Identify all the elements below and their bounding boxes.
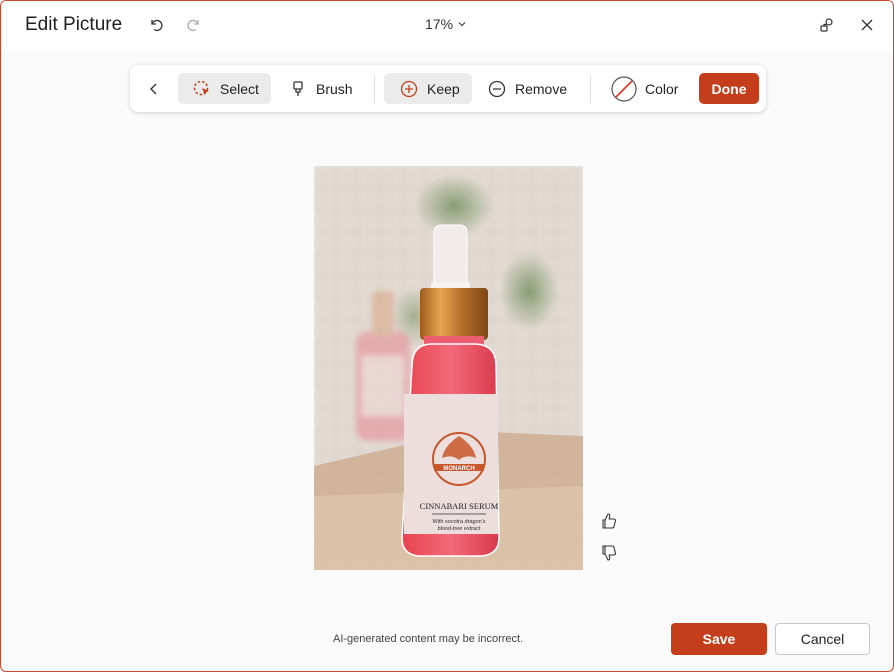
- select-tool-button[interactable]: Select: [178, 73, 271, 104]
- thumbs-down-icon[interactable]: [599, 543, 619, 563]
- share-icon[interactable]: [815, 13, 839, 37]
- product-tagline-2: blood-tree extract: [438, 526, 481, 532]
- save-button[interactable]: Save: [671, 623, 767, 655]
- select-label: Select: [220, 80, 259, 97]
- ai-disclaimer: AI-generated content may be incorrect.: [333, 633, 524, 645]
- title-bar: Edit Picture 17%: [1, 1, 893, 51]
- back-icon[interactable]: [142, 73, 166, 104]
- toolbar-divider: [590, 75, 591, 103]
- undo-icon[interactable]: [145, 13, 169, 37]
- edited-picture[interactable]: MONARCH CINNABARI SERUM With socotra dra…: [314, 166, 583, 570]
- redo-icon[interactable]: [181, 13, 205, 37]
- done-button[interactable]: Done: [699, 73, 759, 104]
- edit-toolbar: Select Brush Keep Remove Color Done: [130, 65, 766, 112]
- zoom-value: 17%: [425, 16, 454, 32]
- color-label: Color: [645, 80, 679, 97]
- cancel-button[interactable]: Cancel: [775, 623, 870, 655]
- chevron-down-icon: [457, 16, 467, 32]
- product-name: CINNABARI SERUM: [420, 501, 499, 511]
- brush-icon: [288, 79, 308, 99]
- keep-label: Keep: [427, 80, 460, 97]
- toolbar-divider: [374, 75, 375, 103]
- close-icon[interactable]: [855, 13, 879, 37]
- keep-icon: [399, 79, 419, 99]
- brush-tool-button[interactable]: Brush: [288, 73, 364, 104]
- product-tagline-1: With socotra dragon's: [432, 519, 485, 525]
- dialog-title: Edit Picture: [25, 14, 123, 35]
- zoom-dropdown[interactable]: 17%: [425, 16, 467, 32]
- remove-icon: [487, 79, 507, 99]
- edit-picture-dialog: Edit Picture 17% Select Brush Keep Remov…: [0, 0, 894, 672]
- remove-label: Remove: [515, 80, 568, 97]
- thumbs-up-icon[interactable]: [599, 511, 619, 531]
- select-icon: [192, 79, 212, 99]
- remove-tool-button[interactable]: Remove: [487, 73, 577, 104]
- color-icon: [611, 75, 637, 102]
- color-tool-button[interactable]: Color: [611, 73, 683, 104]
- keep-tool-button[interactable]: Keep: [384, 73, 472, 104]
- brush-label: Brush: [316, 80, 353, 97]
- product-brand: MONARCH: [443, 466, 474, 472]
